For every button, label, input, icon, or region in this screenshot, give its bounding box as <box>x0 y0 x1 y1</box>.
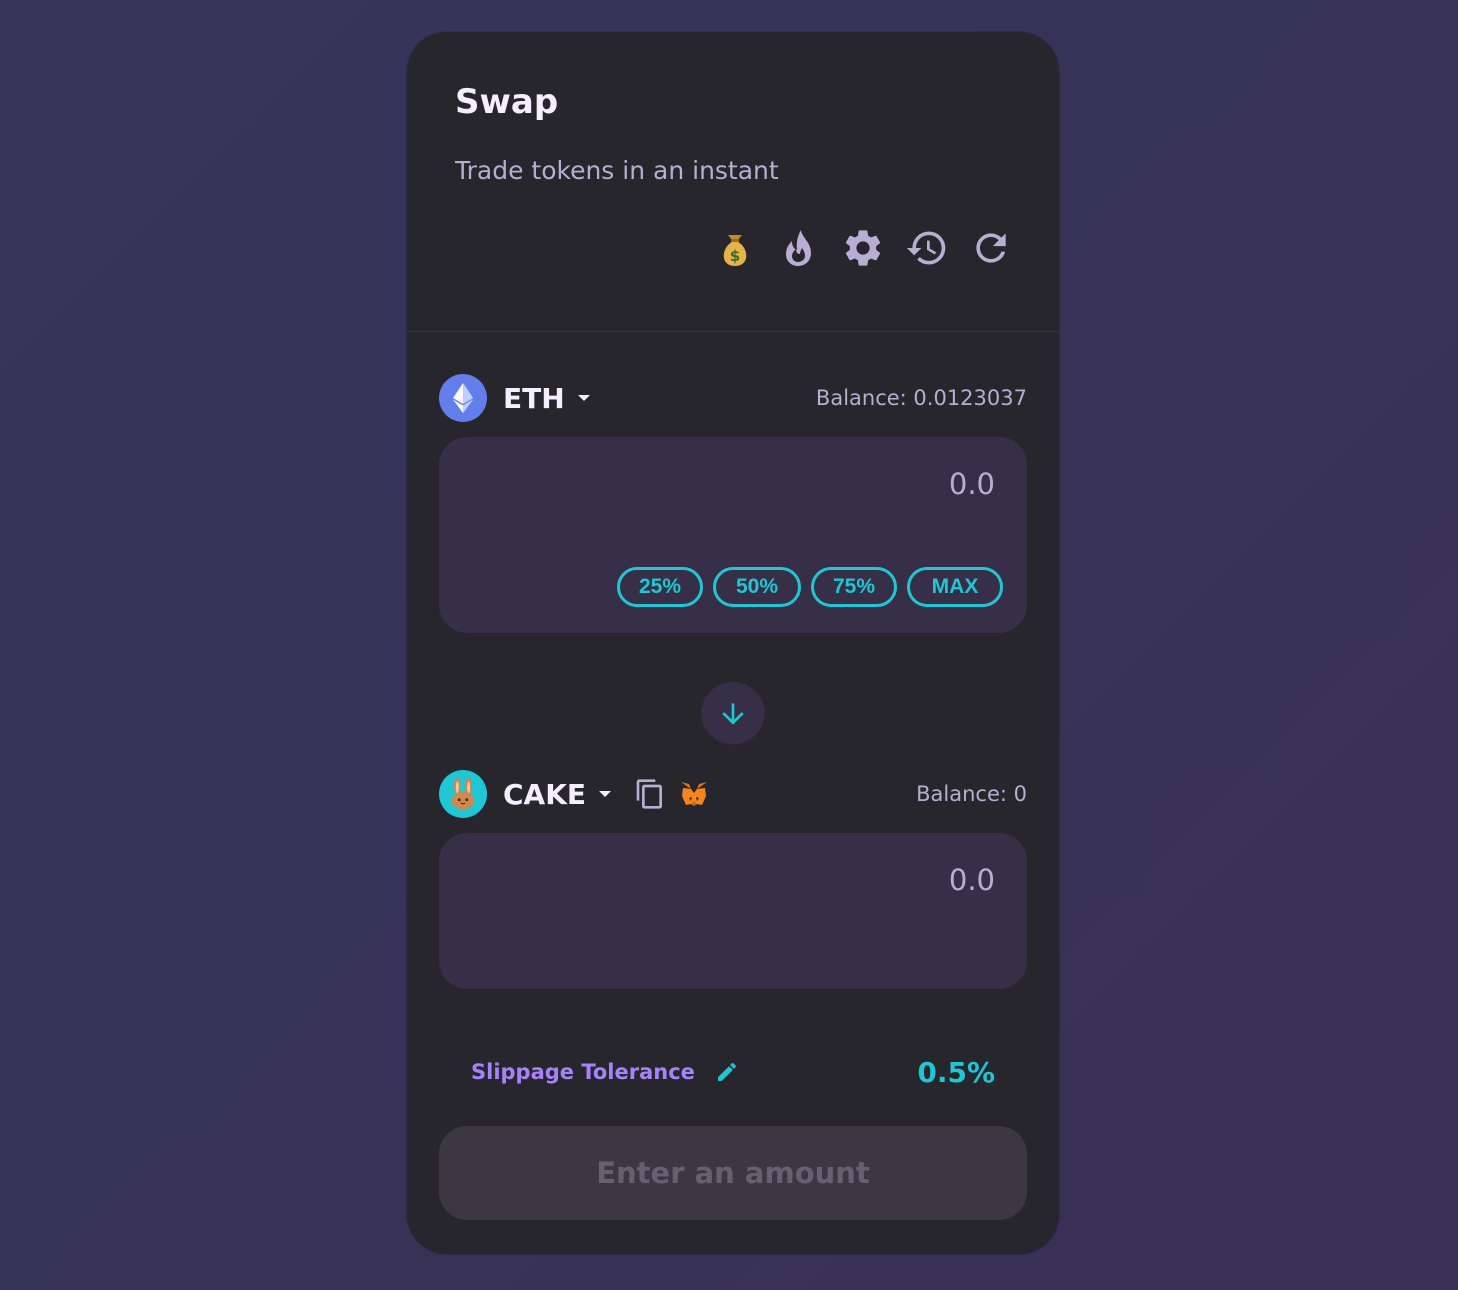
switch-tokens-button[interactable] <box>701 682 765 746</box>
to-balance: Balance: 0 <box>916 782 1027 806</box>
arrow-down-icon <box>722 703 744 725</box>
percent-50-button[interactable]: 50% <box>713 567 801 607</box>
swap-header: Swap Trade tokens in an instant $ <box>407 32 1059 332</box>
percent-25-button[interactable]: 25% <box>617 567 703 607</box>
eth-logo-icon <box>439 374 487 422</box>
flame-icon[interactable] <box>767 222 831 274</box>
gear-icon[interactable] <box>831 222 895 274</box>
slippage-label: Slippage Tolerance <box>471 1060 695 1084</box>
percent-buttons: 25% 50% 75% MAX <box>617 567 1003 607</box>
header-toolbar: $ <box>703 222 1023 274</box>
cake-logo-icon <box>439 770 487 818</box>
from-amount-box[interactable]: 0.0 25% 50% 75% MAX <box>439 437 1027 633</box>
slippage-row: Slippage Tolerance 0.5% <box>471 1054 995 1090</box>
enter-amount-button[interactable]: Enter an amount <box>439 1126 1027 1220</box>
max-button[interactable]: MAX <box>907 567 1003 607</box>
from-amount-input[interactable]: 0.0 <box>949 467 995 501</box>
to-token-row: CAKE Balance: 0 <box>439 769 1027 819</box>
svg-text:$: $ <box>730 247 740 265</box>
copy-icon[interactable] <box>634 778 666 810</box>
percent-75-button[interactable]: 75% <box>811 567 897 607</box>
slippage-value[interactable]: 0.5% <box>917 1056 995 1089</box>
to-token-selector[interactable]: CAKE <box>503 778 586 811</box>
from-token-row: ETH Balance: 0.0123037 <box>439 373 1027 423</box>
swap-card: Swap Trade tokens in an instant $ ETH Ba… <box>407 32 1059 1254</box>
from-token-selector[interactable]: ETH <box>503 382 565 415</box>
history-icon[interactable] <box>895 222 959 274</box>
money-bag-icon[interactable]: $ <box>703 222 767 274</box>
to-amount-input[interactable]: 0.0 <box>949 863 995 897</box>
chevron-down-icon[interactable] <box>577 391 591 405</box>
page-subtitle: Trade tokens in an instant <box>455 156 779 185</box>
metamask-fox-icon[interactable] <box>678 778 710 810</box>
to-amount-box[interactable]: 0.0 <box>439 833 1027 989</box>
page-title: Swap <box>455 82 559 122</box>
pencil-edit-icon[interactable] <box>715 1060 739 1084</box>
chevron-down-icon[interactable] <box>598 787 612 801</box>
refresh-icon[interactable] <box>959 222 1023 274</box>
from-balance: Balance: 0.0123037 <box>815 386 1027 410</box>
